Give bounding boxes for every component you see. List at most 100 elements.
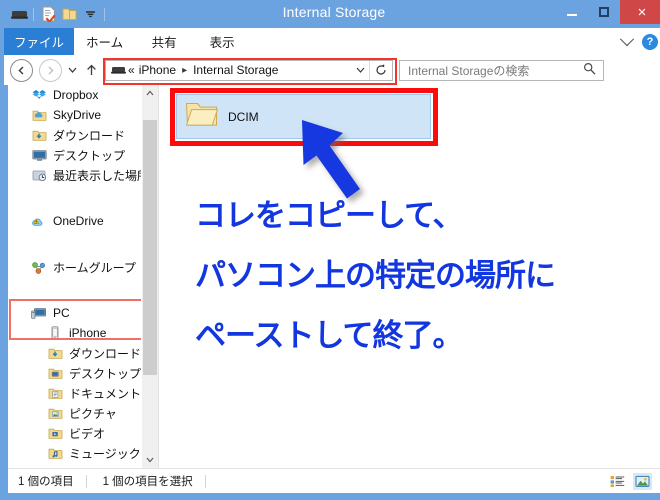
sidebar-item-label: ピクチャ — [69, 406, 117, 421]
large-icons-view-button[interactable] — [633, 472, 652, 490]
scroll-up-icon[interactable] — [142, 85, 158, 101]
sidebar-gap-2 — [8, 198, 158, 211]
sidebar-item-label: iPhone — [69, 326, 107, 340]
back-button[interactable] — [10, 58, 33, 82]
sidebar-item-pc-documents[interactable]: ドキュメント — [8, 383, 158, 403]
status-separator-2 — [204, 474, 206, 488]
breadcrumb-iphone[interactable]: iPhone — [137, 63, 178, 77]
sidebar-item-desktop[interactable]: デスクトップ — [8, 145, 158, 165]
sidebar-item-pc-downloads[interactable]: ダウンロード — [8, 343, 158, 363]
close-icon: × — [637, 3, 647, 21]
sidebar-gap-3 — [8, 231, 158, 244]
desktop-icon — [30, 147, 48, 163]
annotation-line-3: ペーストして終了。 — [195, 318, 464, 354]
ribbon-right-controls: ? — [619, 28, 658, 55]
homegroup-icon — [30, 259, 48, 275]
sidebar-item-label: ホームグループ — [53, 260, 136, 275]
status-selection: 1 個の項目を選択 — [102, 476, 193, 488]
sidebar-item-label: 最近表示した場所 — [53, 168, 150, 183]
refresh-icon[interactable] — [369, 60, 392, 80]
file-name: DCIM — [228, 109, 259, 124]
status-separator — [85, 474, 87, 488]
sidebar-item-pc[interactable]: PC — [8, 303, 158, 323]
skydrive-folder-icon — [30, 107, 48, 123]
status-item-count: 1 個の項目 — [18, 476, 74, 488]
downloads-folder-icon — [30, 127, 48, 143]
up-button[interactable] — [82, 60, 100, 81]
explorer-window: Internal Storage × ファイル ホーム 共有 表示 ? « iP… — [0, 0, 660, 500]
sidebar-gap-5 — [8, 277, 158, 290]
sidebar-gap-4 — [8, 244, 158, 257]
status-bar: 1 個の項目 1 個の項目を選択 — [8, 468, 660, 493]
sidebar-item-downloads[interactable]: ダウンロード — [8, 125, 158, 145]
sidebar-item-label: ダウンロード — [69, 346, 142, 361]
breadcrumb-separator: ▸ — [182, 64, 188, 76]
sidebar-item-label: SkyDrive — [53, 108, 102, 122]
sidebar-item-label: PC — [53, 306, 70, 320]
iphone-icon — [46, 325, 64, 341]
sidebar-scrollbar-thumb[interactable] — [143, 120, 157, 375]
annotation-line-1: コレをコピーして、 — [195, 198, 464, 234]
address-dropdown-icon[interactable] — [351, 61, 369, 80]
minimize-button[interactable] — [556, 0, 588, 24]
scroll-down-icon[interactable] — [142, 452, 158, 468]
sidebar-item-pc-music[interactable]: ミュージック — [8, 443, 158, 463]
search-input[interactable]: Internal Storageの検索 — [408, 62, 529, 79]
sidebar-item-onedrive[interactable]: OneDrive — [8, 211, 158, 231]
help-icon[interactable]: ? — [642, 33, 658, 50]
address-prefix: « — [128, 63, 135, 77]
recent-locations-button[interactable] — [64, 60, 80, 81]
sidebar-item-pc-pictures[interactable]: ピクチャ — [8, 403, 158, 423]
documents-folder-icon — [46, 385, 64, 401]
file-list-pane[interactable]: DCIM コレをコピーして、 パソコン上の特定の場所に ペーストして終了。 — [158, 85, 660, 468]
sidebar-item-recent-places[interactable]: 最近表示した場所 — [8, 165, 158, 185]
sidebar-item-iphone[interactable]: iPhone — [8, 323, 158, 343]
forward-button[interactable] — [39, 58, 62, 82]
ribbon-tabs: ファイル ホーム 共有 表示 — [4, 28, 660, 55]
sidebar-item-label: デスクトップ — [69, 366, 142, 381]
sidebar-item-dropbox[interactable]: Dropbox — [8, 85, 158, 105]
title-bar: Internal Storage × — [4, 0, 660, 28]
sidebar-gap-6 — [8, 290, 158, 303]
desktop-folder-icon — [46, 365, 64, 381]
music-folder-icon — [46, 445, 64, 461]
recent-places-icon — [30, 167, 48, 183]
ribbon-tab-bar: ファイル ホーム 共有 表示 ? — [4, 28, 660, 56]
annotation-line-2: パソコン上の特定の場所に — [195, 258, 556, 294]
tab-view[interactable]: 表示 — [193, 28, 251, 55]
explorer-content: Dropbox SkyDrive ダウンロード デスクトップ 最近表示した場所 … — [8, 85, 660, 468]
breadcrumb-internal-storage[interactable]: Internal Storage — [191, 63, 280, 77]
list-item[interactable]: DCIM — [176, 94, 431, 139]
chevron-down-icon[interactable] — [619, 31, 635, 46]
details-view-button[interactable] — [608, 473, 627, 490]
address-bar-controls — [351, 60, 392, 80]
maximize-button[interactable] — [588, 0, 620, 24]
sidebar-item-homegroup[interactable]: ホームグループ — [8, 257, 158, 277]
search-box[interactable]: Internal Storageの検索 — [399, 59, 604, 81]
address-bar[interactable]: « iPhone ▸ Internal Storage — [103, 57, 397, 85]
navigation-pane: Dropbox SkyDrive ダウンロード デスクトップ 最近表示した場所 … — [8, 85, 158, 468]
sidebar-item-label: ビデオ — [69, 426, 106, 441]
search-icon[interactable] — [583, 62, 596, 78]
sidebar-item-skydrive[interactable]: SkyDrive — [8, 105, 158, 125]
videos-folder-icon — [46, 425, 64, 441]
address-bar-row: « iPhone ▸ Internal Storage Internal Sto… — [4, 55, 660, 85]
tab-file[interactable]: ファイル — [4, 28, 75, 55]
window-controls: × — [556, 0, 660, 24]
sidebar-scrollbar[interactable] — [141, 85, 158, 468]
sidebar-item-pc-videos[interactable]: ビデオ — [8, 423, 158, 443]
tab-home[interactable]: ホーム — [74, 28, 135, 55]
sidebar-item-label: OneDrive — [53, 214, 104, 228]
pc-icon — [30, 305, 48, 321]
tab-share[interactable]: 共有 — [135, 28, 193, 55]
sidebar-item-label: デスクトップ — [53, 148, 126, 163]
sidebar-item-pc-desktop[interactable]: デスクトップ — [8, 363, 158, 383]
view-mode-buttons — [608, 472, 652, 490]
close-button[interactable]: × — [620, 0, 660, 24]
downloads-folder-icon — [46, 345, 64, 361]
onedrive-icon — [30, 213, 48, 229]
device-icon — [111, 65, 126, 76]
sidebar-item-label: ドキュメント — [69, 386, 142, 401]
pictures-folder-icon — [46, 405, 64, 421]
